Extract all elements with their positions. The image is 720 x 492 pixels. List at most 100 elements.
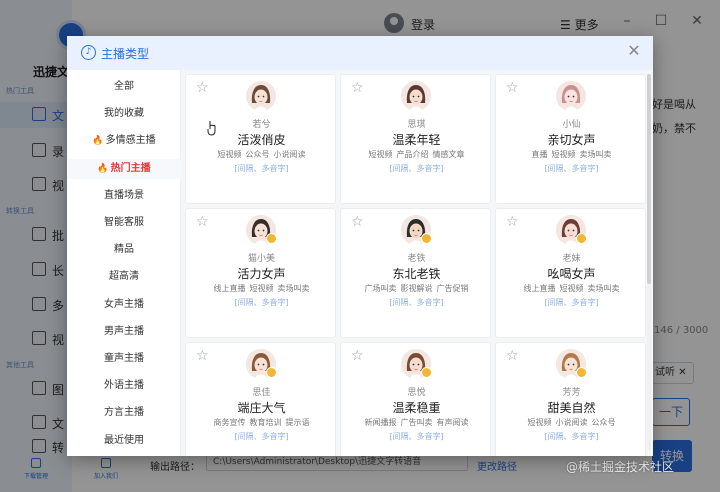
voice-card[interactable]: ☆ 芳芳甜美自然短视频 小说阅读 公众号 [间隔、多音字] xyxy=(495,342,646,456)
voice-title: 温柔稳重 xyxy=(392,401,441,415)
star-icon[interactable]: ☆ xyxy=(351,81,364,95)
voice-tag: 广场叫卖 xyxy=(364,284,397,293)
category-item[interactable]: 直播场景 xyxy=(67,186,181,206)
voice-grid: ☆ 若兮 活泼俏皮 短视频 公众号 小说阅读 [间隔、多音字] ☆ 思琪 温柔年轻 短视频 产品介绍情… xyxy=(181,70,653,456)
category-item[interactable]: 超高清 xyxy=(67,267,181,287)
category-item[interactable]: 精品 xyxy=(67,240,181,260)
voice-title: 温柔年轻 xyxy=(392,133,441,147)
voice-tag: 短视频 xyxy=(551,150,576,159)
scrollbar-thumb[interactable] xyxy=(647,74,651,284)
voice-tag: 线上直播 xyxy=(213,284,246,293)
scrollbar[interactable] xyxy=(647,74,651,450)
category-item[interactable]: 女声主播 xyxy=(67,295,181,315)
voice-tag: 短视频 xyxy=(217,150,242,159)
category-item[interactable]: 全部 xyxy=(67,77,181,97)
voice-title: 东北老铁 xyxy=(392,267,441,281)
music-note-icon: ♪ xyxy=(81,45,96,60)
voice-card[interactable]: ☆ 思悦 温柔稳重 新闻播报 广告叫卖 有声阅读 [间隔、多音字] xyxy=(340,342,491,456)
voice-tag: 短视频 xyxy=(527,418,552,427)
voice-tags: 直播 短视频 卖场叫卖 xyxy=(496,149,647,160)
voice-tag: 影视解说 xyxy=(400,284,433,293)
dialog-header: ♪ 主播类型 ✕ xyxy=(67,36,653,70)
voice-card[interactable]: ☆ 小仙亲切女声直播 短视频 卖场叫卖 [间隔、多音字] xyxy=(495,74,646,204)
voice-title: 活力女声 xyxy=(237,267,286,281)
voice-tag: 商务宣传 xyxy=(213,418,246,427)
category-list: 全部我的收藏 🔥 多情感主播 🔥 热门主播直播场景智能客服精品超高清女声主播男声主播童声… xyxy=(67,70,181,456)
voice-tags: 线上直播 短视频 卖场叫卖 xyxy=(496,283,647,294)
category-item[interactable]: 最近使用 xyxy=(67,431,181,451)
category-item[interactable]: 我的收藏 xyxy=(67,104,181,124)
voice-title: 吆喝女声 xyxy=(547,267,596,281)
star-icon[interactable]: ☆ xyxy=(196,215,209,229)
star-icon[interactable]: ☆ xyxy=(351,349,364,363)
voice-name: 芳芳 xyxy=(562,388,581,398)
voice-name: 思琪 xyxy=(407,120,426,130)
category-item[interactable]: 外语主播 xyxy=(67,376,181,396)
voice-tag: 卖场叫卖 xyxy=(579,150,612,159)
star-icon[interactable]: ☆ xyxy=(196,81,209,95)
voice-tag: 小说阅读 xyxy=(555,418,588,427)
voice-tag: 广告促销 xyxy=(436,284,469,293)
voice-card[interactable]: ☆ 若兮 活泼俏皮 短视频 公众号 小说阅读 [间隔、多音字] xyxy=(185,74,336,204)
voice-card[interactable]: ☆ 思琪 温柔年轻 短视频 产品介绍 情感文章 [间隔、多音字] xyxy=(340,74,491,204)
dialog-title: 主播类型 xyxy=(101,47,150,61)
voice-features: [间隔、多音字] xyxy=(389,432,444,441)
voice-features: [间隔、多音字] xyxy=(544,164,599,173)
voice-tag: 小说阅读 xyxy=(273,150,306,159)
voice-features: [间隔、多音字] xyxy=(544,432,599,441)
voice-tags: 商务宣传 教育培训 提示语 xyxy=(186,417,337,428)
voice-tag: 卖场叫卖 xyxy=(277,284,310,293)
voice-card[interactable]: ☆ 猫小美 活力女声 线上直播 短视频 卖场叫卖 [间隔、多音字] xyxy=(185,208,336,338)
voice-name: 思佳 xyxy=(252,388,271,398)
voice-card[interactable]: ☆ 老铁东北老铁广场叫卖 影视解说 广告促销 [间隔、多音字] xyxy=(340,208,491,338)
star-icon[interactable]: ☆ xyxy=(506,349,519,363)
category-item[interactable]: 童声主播 xyxy=(67,349,181,369)
crown-badge-icon xyxy=(421,367,432,378)
voice-card[interactable]: ☆ 老妹 吆喝女声 线上直播 短视频 卖场叫卖 [间隔、多音字] xyxy=(495,208,646,338)
close-icon[interactable]: ✕ xyxy=(625,42,643,60)
voice-tag: 情感文章 xyxy=(432,150,465,159)
voice-tag: 短视频 xyxy=(368,150,393,159)
category-item[interactable]: 智能客服 xyxy=(67,213,181,233)
star-icon[interactable]: ☆ xyxy=(196,349,209,363)
category-item[interactable]: 🔥 多情感主播 xyxy=(67,131,181,151)
voice-name: 小仙 xyxy=(562,120,581,130)
voice-tag: 短视频 xyxy=(559,284,584,293)
voice-tag: 教育培训 xyxy=(249,418,282,427)
voice-tags: 短视频 小说阅读 公众号 xyxy=(496,417,647,428)
voice-features: [间隔、多音字] xyxy=(389,298,444,307)
category-item[interactable]: 男声主播 xyxy=(67,322,181,342)
voice-name: 老铁 xyxy=(407,254,426,264)
voice-title: 端庄大气 xyxy=(237,401,286,415)
star-icon[interactable]: ☆ xyxy=(506,215,519,229)
voice-tag: 卖场叫卖 xyxy=(587,284,620,293)
voice-title: 亲切女声 xyxy=(547,133,596,147)
voice-tag: 提示语 xyxy=(285,418,310,427)
voice-title: 甜美自然 xyxy=(547,401,596,415)
voice-tag: 直播 xyxy=(531,150,548,159)
voice-avatar xyxy=(246,81,276,111)
voice-avatar xyxy=(401,81,431,111)
voice-card[interactable]: ☆ 思佳 端庄大气 商务宣传 教育培训 提示语 [间隔、多音字] xyxy=(185,342,336,456)
voice-type-dialog: ♪ 主播类型 ✕ 全部我的收藏 🔥 多情感主播 🔥 热门主播直播场景智能客服精品超高清女… xyxy=(67,36,653,456)
crown-badge-icon xyxy=(421,233,432,244)
voice-tags: 线上直播 短视频 卖场叫卖 xyxy=(186,283,337,294)
voice-name: 猫小美 xyxy=(247,254,275,264)
crown-badge-icon xyxy=(576,367,587,378)
crown-badge-icon xyxy=(576,233,587,244)
category-item[interactable]: 方言主播 xyxy=(67,403,181,423)
star-icon[interactable]: ☆ xyxy=(506,81,519,95)
voice-tag: 新闻播报 xyxy=(364,418,397,427)
voice-features: [间隔、多音字] xyxy=(544,298,599,307)
voice-tag: 线上直播 xyxy=(523,284,556,293)
voice-features: [间隔、多音字] xyxy=(234,164,289,173)
voice-tags: 广场叫卖 影视解说 广告促销 xyxy=(341,283,492,294)
crown-badge-icon xyxy=(266,233,277,244)
voice-tag: 公众号 xyxy=(591,418,616,427)
voice-tag: 公众号 xyxy=(245,150,270,159)
voice-tags: 短视频 产品介绍 情感文章 xyxy=(341,149,492,160)
star-icon[interactable]: ☆ xyxy=(351,215,364,229)
fire-icon: 🔥 xyxy=(92,136,104,147)
category-item[interactable]: 🔥 热门主播 xyxy=(67,158,181,179)
voice-tag: 广告叫卖 xyxy=(400,418,433,427)
